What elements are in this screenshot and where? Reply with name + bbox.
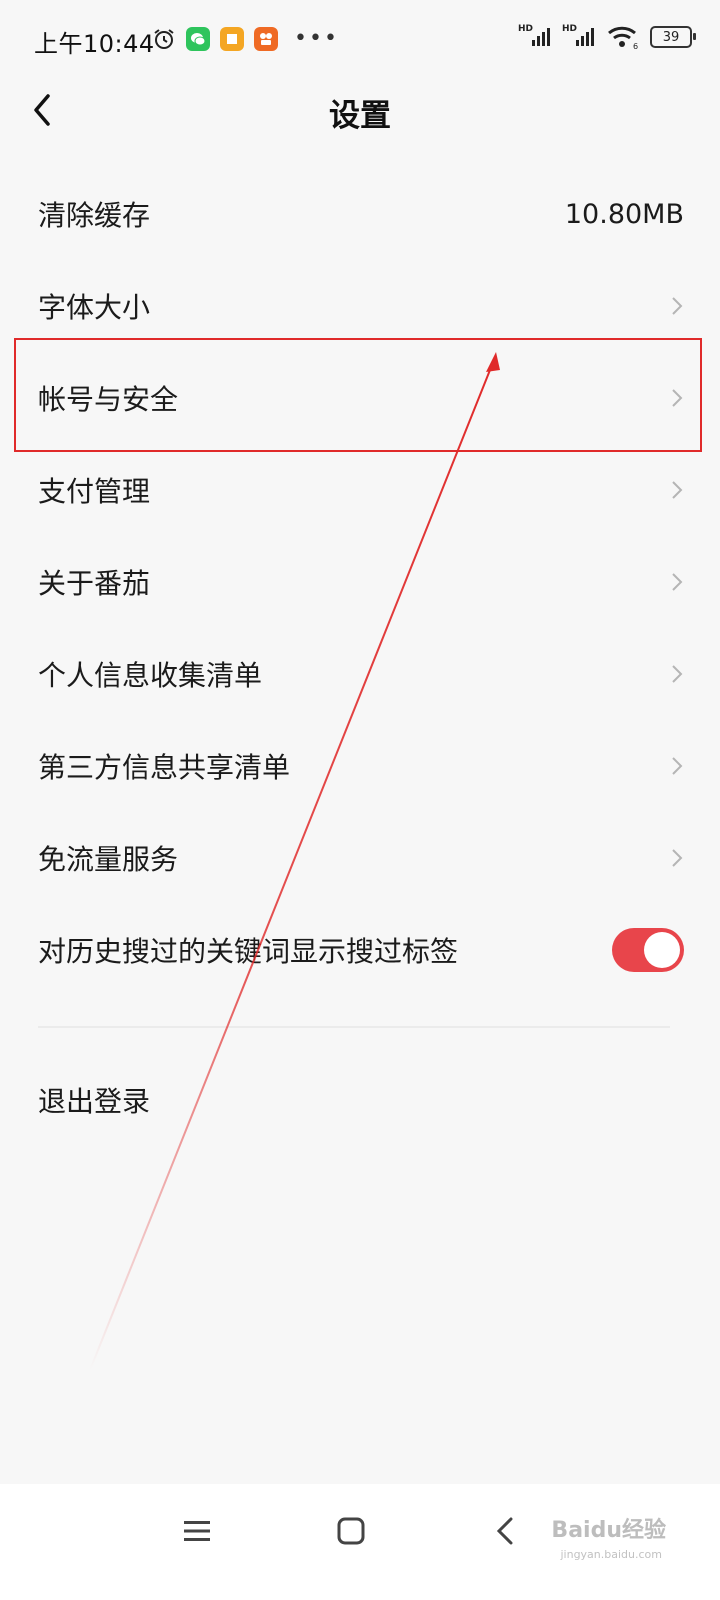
logout-button[interactable]: 退出登录: [38, 1080, 150, 1120]
chevron-right-icon: [672, 757, 683, 775]
chevron-right-icon: [672, 389, 683, 407]
item-label: 对历史搜过的关键词显示搜过标签: [38, 935, 459, 968]
item-label: 免流量服务: [38, 843, 179, 876]
toggle-knob: [644, 932, 680, 968]
status-bar: 上午10:44 ••• HD HD 6 39: [0, 0, 720, 80]
settings-list: 清除缓存 10.80MB 字体大小 帐号与安全 支付管理 关于番茄 个人信息收集…: [0, 168, 720, 996]
cache-size-value: 10.80MB: [564, 198, 684, 230]
payment-management-item[interactable]: 支付管理: [0, 444, 720, 536]
personal-info-list-item[interactable]: 个人信息收集清单: [0, 628, 720, 720]
chevron-right-icon: [672, 849, 683, 867]
signal-icon-2: HD: [562, 24, 596, 50]
watermark-subtext: jingyan.baidu.com: [560, 1548, 662, 1561]
signal-icon-1: HD: [518, 24, 552, 50]
clear-cache-item[interactable]: 清除缓存 10.80MB: [0, 168, 720, 260]
battery-icon: 39: [650, 26, 696, 48]
item-label: 个人信息收集清单: [38, 659, 263, 692]
system-status: HD HD 6 39: [518, 24, 696, 50]
alarm-icon: [154, 28, 174, 49]
item-label: 第三方信息共享清单: [38, 751, 291, 784]
chevron-right-icon: [672, 481, 683, 499]
page-title: 设置: [329, 98, 391, 134]
svg-text:6: 6: [633, 42, 638, 50]
more-notifications-icon: •••: [294, 26, 339, 51]
video-app-icon: [254, 26, 278, 51]
divider: [38, 1026, 670, 1028]
notes-app-icon: [220, 26, 244, 51]
back-nav-icon[interactable]: [480, 1506, 530, 1556]
item-label: 帐号与安全: [38, 383, 179, 416]
system-navigation-bar: Baidu经验 jingyan.baidu.com: [0, 1484, 720, 1600]
chevron-right-icon: [672, 297, 683, 315]
about-item[interactable]: 关于番茄: [0, 536, 720, 628]
item-label: 关于番茄: [38, 567, 151, 600]
search-tag-toggle-item: 对历史搜过的关键词显示搜过标签: [0, 904, 720, 996]
chevron-right-icon: [672, 573, 683, 591]
account-security-item[interactable]: 帐号与安全: [0, 352, 720, 444]
status-time: 上午10:44: [34, 30, 155, 58]
watermark-text: Baidu经验: [551, 1518, 666, 1543]
free-data-service-item[interactable]: 免流量服务: [0, 812, 720, 904]
item-label: 支付管理: [38, 475, 151, 508]
font-size-item[interactable]: 字体大小: [0, 260, 720, 352]
wechat-icon: [186, 26, 210, 51]
item-label: 字体大小: [38, 291, 151, 324]
top-bar: 设置: [0, 70, 720, 150]
search-tag-toggle[interactable]: [612, 928, 684, 972]
home-icon[interactable]: [326, 1506, 376, 1556]
item-label: 清除缓存: [38, 199, 151, 232]
notification-icons: •••: [152, 26, 339, 51]
chevron-right-icon: [672, 665, 683, 683]
third-party-sharing-item[interactable]: 第三方信息共享清单: [0, 720, 720, 812]
menu-icon[interactable]: [172, 1506, 222, 1556]
wifi-icon: 6: [608, 26, 638, 50]
battery-level: 39: [662, 29, 680, 45]
